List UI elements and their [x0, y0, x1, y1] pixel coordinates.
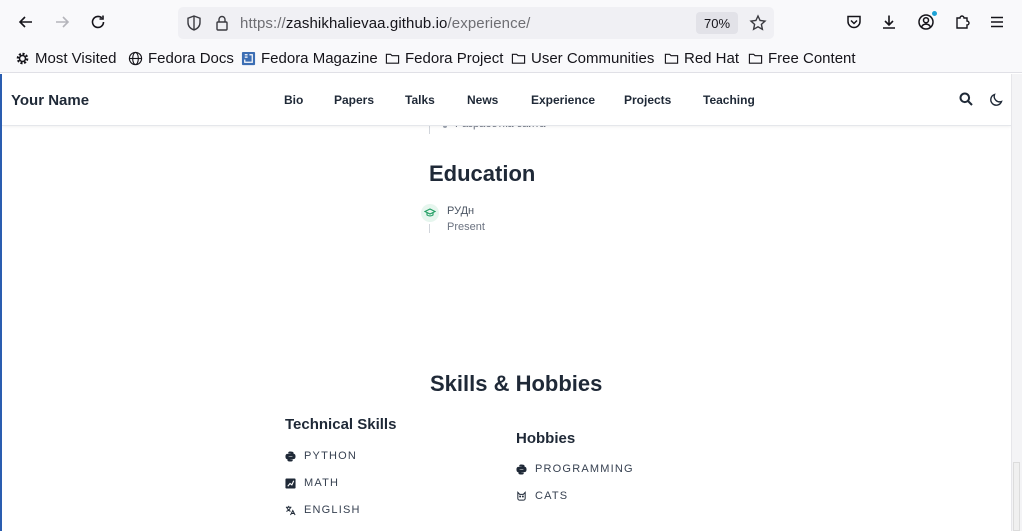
language-icon: [285, 505, 296, 515]
timeline-line: [429, 224, 430, 233]
bookmark-fedora-docs[interactable]: Fedora Docs: [128, 50, 234, 67]
hobby-label: PROGRAMMING: [535, 463, 634, 475]
back-arrow-icon: [18, 16, 32, 28]
page-viewport: Your Name Bio Papers Talks News Experien…: [0, 74, 1011, 531]
url-bar[interactable]: https://zashikhalievaa.github.io/experie…: [178, 7, 774, 39]
fedora-magazine-icon: [241, 51, 256, 66]
scrollbar-thumb[interactable]: [1013, 462, 1020, 531]
skill-item: ENGLISH: [285, 504, 361, 516]
forward-button[interactable]: [47, 7, 77, 37]
bookmark-red-hat[interactable]: Red Hat: [664, 50, 739, 67]
skill-label: MATH: [304, 477, 340, 489]
bookmark-label: Fedora Magazine: [261, 50, 378, 67]
skill-item: PYTHON: [285, 450, 357, 462]
python-icon: [285, 450, 296, 462]
url-host: zashikhalievaa.github.io: [285, 15, 448, 32]
puzzle-icon: [956, 15, 970, 29]
skill-item: MATH: [285, 477, 339, 489]
url-path: /experience/: [447, 15, 531, 32]
url-scheme: https://: [240, 15, 286, 32]
site-brand[interactable]: Your Name: [11, 92, 89, 109]
education-heading: Education: [429, 161, 536, 186]
browser-toolbar: https://zashikhalievaa.github.io/experie…: [0, 0, 1022, 45]
education-school: РУДн: [447, 205, 475, 217]
bookmark-label: Red Hat: [684, 50, 740, 67]
account-button[interactable]: [911, 7, 941, 37]
download-icon: [883, 15, 895, 29]
bookmark-label: Fedora Project: [405, 50, 504, 67]
lock-icon[interactable]: [213, 14, 231, 32]
nav-news[interactable]: News: [467, 93, 498, 107]
folder-icon: [748, 53, 763, 64]
globe-icon: [128, 51, 143, 66]
downloads-button[interactable]: [874, 7, 904, 37]
pocket-icon: [847, 15, 861, 29]
pocket-button[interactable]: [839, 7, 869, 37]
skill-label: ENGLISH: [304, 504, 361, 516]
education-date: Present: [447, 221, 485, 233]
hobby-item: PROGRAMMING: [516, 463, 634, 475]
zoom-level-button[interactable]: 70%: [696, 12, 738, 34]
forward-arrow-icon: [56, 16, 70, 28]
back-button[interactable]: [11, 7, 41, 37]
menu-button[interactable]: [982, 7, 1012, 37]
python-icon: [516, 463, 527, 475]
folder-icon: [511, 53, 526, 64]
skill-label: PYTHON: [304, 450, 358, 462]
reload-icon: [91, 15, 105, 29]
hamburger-menu-icon: [991, 16, 1003, 28]
hobby-label: CATS: [535, 490, 569, 502]
nav-projects[interactable]: Projects: [624, 93, 671, 107]
bookmark-fedora-magazine[interactable]: Fedora Magazine: [241, 50, 378, 67]
reload-button[interactable]: [83, 7, 113, 37]
bookmarks-bar: Most Visited Fedora Docs Fedora Magazine…: [0, 45, 1022, 73]
cat-icon: [517, 490, 526, 501]
gear-icon: [16, 52, 29, 65]
folder-icon: [385, 53, 400, 64]
skills-heading: Skills & Hobbies: [430, 371, 603, 396]
url-text[interactable]: https://zashikhalievaa.github.io/experie…: [240, 15, 530, 32]
hobby-item: CATS: [516, 490, 568, 502]
bookmark-label: Free Content: [768, 50, 856, 67]
graduation-cap-icon: [421, 204, 439, 222]
bookmark-most-visited[interactable]: Most Visited: [15, 50, 116, 67]
nav-experience[interactable]: Experience: [531, 93, 595, 107]
bookmark-user-communities[interactable]: User Communities: [511, 50, 654, 67]
nav-teaching[interactable]: Teaching: [703, 93, 755, 107]
nav-talks[interactable]: Talks: [405, 93, 435, 107]
chart-icon: [285, 477, 296, 489]
bookmark-label: Fedora Docs: [148, 50, 234, 67]
folder-icon: [664, 53, 679, 64]
nav-bio[interactable]: Bio: [284, 93, 303, 107]
bookmark-fedora-project[interactable]: Fedora Project: [385, 50, 503, 67]
star-bookmark-icon[interactable]: [749, 14, 767, 32]
search-icon[interactable]: [958, 91, 974, 107]
technical-skills-heading: Technical Skills: [285, 416, 397, 433]
dark-mode-moon-icon[interactable]: [989, 91, 1005, 107]
bookmark-label: Most Visited: [35, 50, 117, 67]
nav-papers[interactable]: Papers: [334, 93, 374, 107]
bookmark-free-content[interactable]: Free Content: [748, 50, 856, 67]
notification-dot: [931, 10, 938, 17]
extensions-button[interactable]: [947, 7, 977, 37]
bookmark-label: User Communities: [531, 50, 655, 67]
hobbies-heading: Hobbies: [516, 430, 576, 447]
shield-icon[interactable]: [185, 14, 203, 32]
site-navbar: Your Name Bio Papers Talks News Experien…: [2, 74, 1011, 126]
